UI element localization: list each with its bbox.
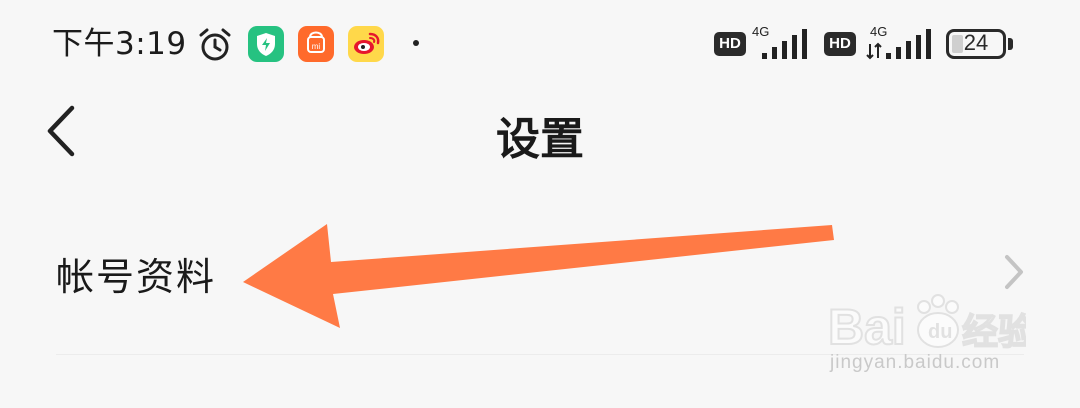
svg-text:du: du bbox=[928, 321, 952, 343]
svg-text:Bai: Bai bbox=[828, 299, 906, 355]
settings-screen: 下午3:19 mi HD 4G HD 4G 24 设置 帐号资料 Bai du … bbox=[0, 0, 1080, 408]
watermark-url: jingyan.baidu.com bbox=[830, 352, 1001, 373]
svg-text:经验: 经验 bbox=[962, 312, 1026, 353]
